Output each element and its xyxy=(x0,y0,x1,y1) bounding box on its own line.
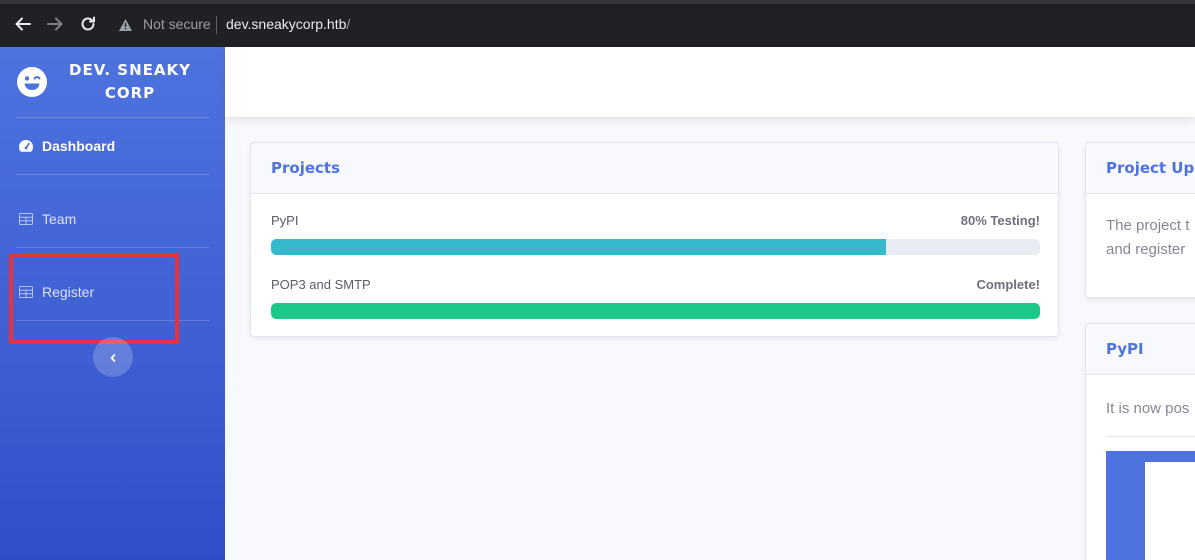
url-host: dev.sneakycorp.htb xyxy=(226,16,347,32)
sidebar-item-label: Dashboard xyxy=(42,138,116,154)
project-updates-card: Project Upda The project t and register xyxy=(1085,142,1195,298)
highlight-annotation-box xyxy=(9,253,179,344)
projects-card-title: Projects xyxy=(271,159,341,177)
topbar xyxy=(225,47,1195,117)
image-content-area xyxy=(1145,462,1195,560)
laugh-wink-icon[interactable] xyxy=(16,66,48,102)
url-path: / xyxy=(346,16,351,32)
browser-toolbar: Not secure dev.sneakycorp.htb/ xyxy=(0,0,1195,47)
address-bar-url[interactable]: dev.sneakycorp.htb/ xyxy=(226,16,350,32)
sidebar-divider xyxy=(16,174,209,175)
pypi-card: PyPI It is now pos xyxy=(1085,323,1195,560)
progress-bar-fill xyxy=(271,303,1040,319)
pypi-screenshot-image xyxy=(1106,451,1195,560)
project-progress-pop3-smtp: POP3 and SMTP Complete! xyxy=(271,277,1040,319)
card-header: PyPI xyxy=(1086,324,1195,375)
updates-text-line: The project t xyxy=(1106,217,1190,234)
reload-icon[interactable] xyxy=(78,14,98,34)
sidebar-item-team[interactable]: Team xyxy=(0,199,225,239)
pypi-card-text: It is now pos xyxy=(1106,400,1190,417)
card-header: Projects xyxy=(251,143,1058,194)
tab-strip-edge xyxy=(0,0,1195,4)
sidebar-divider xyxy=(16,117,209,118)
sidebar-divider xyxy=(16,247,209,248)
back-arrow-icon[interactable] xyxy=(13,14,33,34)
updates-card-title: Project Upda xyxy=(1106,159,1195,177)
sidebar-item-label: Team xyxy=(42,211,77,227)
project-progress-pypi: PyPI 80% Testing! xyxy=(271,213,1040,255)
security-status-text[interactable]: Not secure xyxy=(143,16,211,32)
updates-text-line: and register xyxy=(1106,241,1186,258)
sidebar-toggle-button[interactable] xyxy=(93,337,133,377)
project-name: POP3 and SMTP xyxy=(271,277,371,292)
pypi-card-title: PyPI xyxy=(1106,340,1144,358)
progress-bar-track xyxy=(271,303,1040,319)
chevron-left-icon xyxy=(108,348,118,367)
card-header: Project Upda xyxy=(1086,143,1195,194)
table-icon xyxy=(18,211,34,227)
warning-triangle-icon[interactable] xyxy=(118,17,133,36)
sidebar-item-dashboard[interactable]: Dashboard xyxy=(0,126,225,166)
progress-bar-track xyxy=(271,239,1040,255)
card-divider xyxy=(1106,436,1195,437)
forward-arrow-icon[interactable] xyxy=(45,14,65,34)
sidebar: DEV. SNEAKY CORP Dashboard Team Register xyxy=(0,47,225,560)
project-status: Complete! xyxy=(976,277,1040,292)
projects-card: Projects PyPI 80% Testing! POP3 and SMTP… xyxy=(250,142,1059,337)
project-status: 80% Testing! xyxy=(960,213,1040,228)
progress-bar-fill xyxy=(271,239,887,255)
tachometer-icon xyxy=(18,138,34,154)
project-name: PyPI xyxy=(271,213,299,228)
omnibox-separator xyxy=(216,16,217,34)
brand-name[interactable]: DEV. SNEAKY CORP xyxy=(60,59,200,105)
